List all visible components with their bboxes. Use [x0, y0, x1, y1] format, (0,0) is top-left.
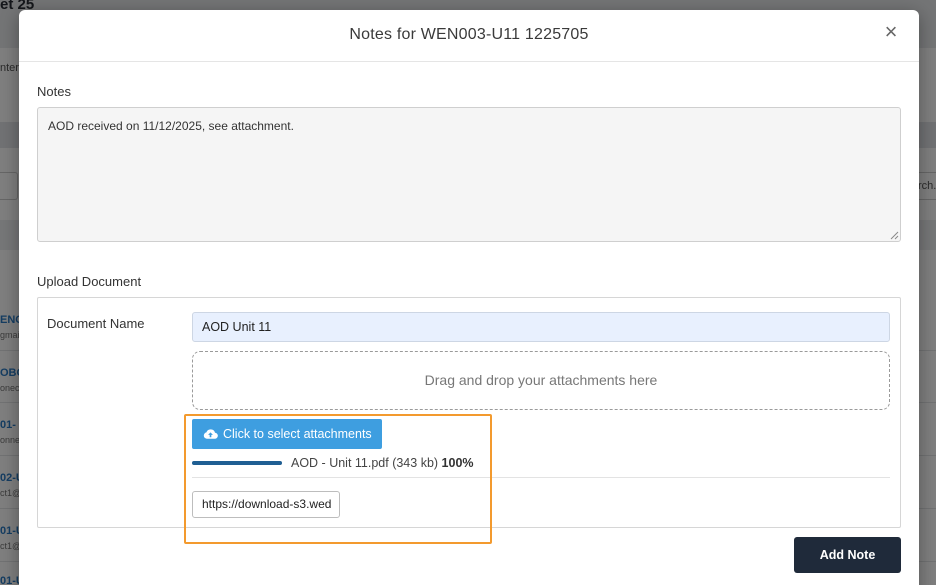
add-note-button[interactable]: Add Note: [794, 537, 901, 573]
upload-divider: [192, 477, 890, 478]
notes-textarea[interactable]: AOD received on 11/12/2025, see attachme…: [37, 107, 901, 242]
attachment-dropzone[interactable]: Drag and drop your attachments here: [192, 351, 890, 410]
attachment-url-field[interactable]: https://download-s3.wed: [192, 491, 340, 518]
notes-modal: Notes for WEN003-U11 1225705 × Notes AOD…: [19, 10, 919, 585]
upload-document-label: Upload Document: [37, 274, 142, 289]
modal-header: Notes for WEN003-U11 1225705 ×: [19, 10, 919, 62]
cloud-upload-icon: [203, 429, 218, 439]
document-name-input[interactable]: AOD Unit 11: [192, 312, 890, 342]
close-icon[interactable]: ×: [879, 20, 903, 44]
upload-percent: 100%: [441, 456, 474, 470]
uploaded-file-name: AOD - Unit 11.pdf (343 kb): [291, 456, 439, 470]
upload-progress-fill: [192, 461, 282, 465]
document-name-label: Document Name: [47, 316, 145, 331]
uploaded-file-info: AOD - Unit 11.pdf (343 kb) 100%: [291, 456, 474, 470]
select-attachments-label: Click to select attachments: [223, 427, 372, 441]
resize-handle-icon[interactable]: [889, 230, 899, 240]
modal-title: Notes for WEN003-U11 1225705: [349, 26, 589, 43]
upload-progress-bar: [192, 461, 282, 465]
notes-label: Notes: [37, 84, 71, 99]
select-attachments-button[interactable]: Click to select attachments: [192, 419, 382, 449]
